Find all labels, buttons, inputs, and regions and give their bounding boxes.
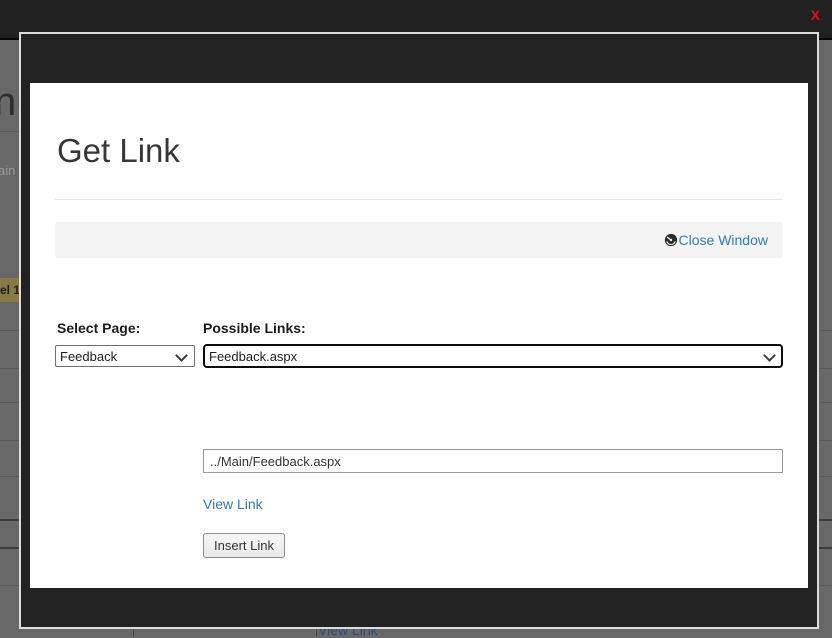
title-divider <box>55 199 783 200</box>
get-link-modal: Get Link Close Window Select Page: Possi… <box>19 32 819 629</box>
view-link[interactable]: View Link <box>203 496 263 512</box>
close-window-link[interactable]: Close Window <box>664 232 768 248</box>
insert-link-button[interactable]: Insert Link <box>203 533 285 558</box>
bg-divider <box>0 131 19 132</box>
select-page-dropdown-wrap: Feedback <box>55 345 195 367</box>
possible-links-dropdown[interactable]: Feedback.aspx <box>203 344 783 368</box>
close-window-label: Close Window <box>679 232 768 248</box>
link-url-input[interactable] <box>203 449 783 473</box>
close-x-button[interactable]: X <box>811 7 820 23</box>
gauge-icon <box>664 233 678 247</box>
select-page-label: Select Page: <box>57 320 140 336</box>
dialog-title: Get Link <box>57 132 180 170</box>
possible-links-label: Possible Links: <box>203 320 306 336</box>
bg-highlighted-table-header: el 1 <box>0 278 19 302</box>
select-page-dropdown[interactable]: Feedback <box>55 345 195 367</box>
possible-links-dropdown-wrap: Feedback.aspx <box>203 344 783 368</box>
modal-content-panel: Get Link Close Window Select Page: Possi… <box>30 83 808 588</box>
bg-breadcrumb-fragment: ain <box>0 163 15 178</box>
bg-table-column-border <box>316 629 317 636</box>
bg-table-column-border <box>133 629 134 636</box>
dialog-toolbar: Close Window <box>55 222 783 258</box>
